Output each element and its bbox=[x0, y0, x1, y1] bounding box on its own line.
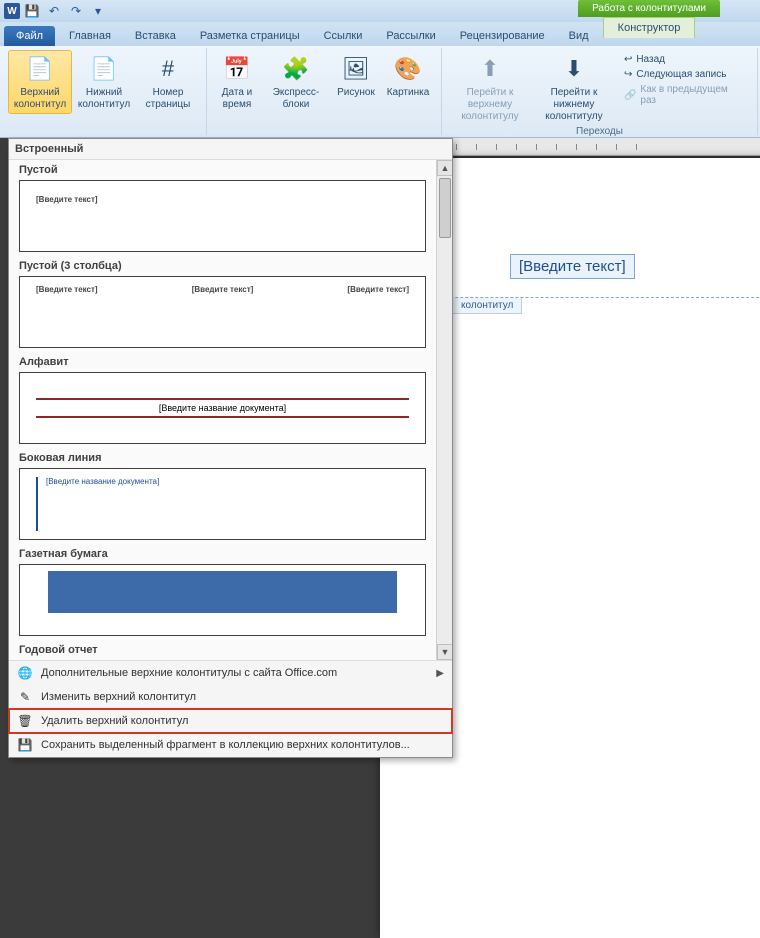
tab-references[interactable]: Ссылки bbox=[312, 26, 375, 46]
gallery-area: Пустой [Введите текст] Пустой (3 столбца… bbox=[9, 160, 452, 660]
header-button-label: Верхний колонтитул bbox=[11, 87, 69, 111]
save-icon[interactable]: 💾 bbox=[24, 3, 40, 19]
quick-parts-label: Экспресс-блоки bbox=[264, 87, 328, 111]
clipart-button[interactable]: 🎨 Картинка bbox=[381, 50, 435, 114]
context-group-label: Работа с колонтитулами bbox=[578, 0, 720, 17]
header-icon: 📄 bbox=[24, 53, 56, 85]
clipart-label: Картинка bbox=[387, 87, 430, 99]
tab-designer[interactable]: Конструктор bbox=[603, 17, 696, 38]
context-tab-group: Работа с колонтитулами Конструктор bbox=[578, 0, 720, 46]
edit-header-icon: ✎ bbox=[17, 689, 33, 705]
nav-as-prev[interactable]: 🔗Как в предыдущем раз bbox=[624, 84, 743, 106]
quick-access-toolbar: 💾 ↶ ↷ ▾ bbox=[24, 3, 106, 19]
tab-review[interactable]: Рецензирование bbox=[448, 26, 557, 46]
chevron-right-icon: ▶ bbox=[436, 668, 444, 679]
footer-button[interactable]: 📄 Нижний колонтитул bbox=[72, 50, 136, 114]
footer-icon: 📄 bbox=[88, 53, 120, 85]
scroll-down-icon[interactable]: ▼ bbox=[437, 644, 452, 660]
quick-parts-button[interactable]: 🧩 Экспресс-блоки bbox=[261, 50, 331, 114]
gallery-item-annual[interactable]: Годовой отчет [Введите название документ… bbox=[9, 640, 436, 660]
gallery-item-sideline[interactable]: Боковая линия [Введите название документ… bbox=[9, 448, 436, 544]
ribbon-group-navigation: ⬆ Перейти к верхнему колонтитулу ⬇ Перей… bbox=[442, 48, 758, 135]
preview-sideline: [Введите название документа] bbox=[19, 468, 426, 540]
gallery-item-alphabet[interactable]: Алфавит [Введите название документа] bbox=[9, 352, 436, 448]
gallery-scrollbar[interactable]: ▲ ▼ bbox=[436, 160, 452, 660]
header-button[interactable]: 📄 Верхний колонтитул bbox=[8, 50, 72, 114]
goto-footer-icon: ⬇ bbox=[558, 53, 590, 85]
header-placeholder[interactable]: [Введите текст] bbox=[510, 254, 635, 279]
link-prev-icon: 🔗 bbox=[624, 90, 636, 101]
gallery-item-blank-3col[interactable]: Пустой (3 столбца) [Введите текст] [Введ… bbox=[9, 256, 436, 352]
nav-next[interactable]: ↪Следующая запись bbox=[624, 69, 743, 80]
date-time-label: Дата и время bbox=[216, 87, 258, 111]
goto-header-button[interactable]: ⬆ Перейти к верхнему колонтитулу bbox=[448, 50, 532, 126]
qat-customize-icon[interactable]: ▾ bbox=[90, 3, 106, 19]
back-icon: ↩ bbox=[624, 54, 632, 65]
picture-label: Рисунок bbox=[337, 87, 375, 99]
goto-header-icon: ⬆ bbox=[474, 53, 506, 85]
menu-edit-header[interactable]: ✎ Изменить верхний колонтитул bbox=[9, 685, 452, 709]
quick-parts-icon: 🧩 bbox=[280, 53, 312, 85]
page-number-button[interactable]: # Номер страницы bbox=[136, 50, 200, 114]
ribbon-tabs: Файл Главная Вставка Разметка страницы С… bbox=[0, 22, 760, 46]
preview-newsprint bbox=[19, 564, 426, 636]
next-icon: ↪ bbox=[624, 69, 632, 80]
picture-icon: 🖼 bbox=[340, 53, 372, 85]
ribbon: 📄 Верхний колонтитул 📄 Нижний колонтитул… bbox=[0, 46, 760, 138]
gallery-item-blank[interactable]: Пустой [Введите текст] bbox=[9, 160, 436, 256]
goto-footer-label: Перейти к нижнему колонтитулу bbox=[535, 87, 613, 123]
word-app-icon: W bbox=[4, 3, 20, 19]
ribbon-group-header-footer: 📄 Верхний колонтитул 📄 Нижний колонтитул… bbox=[2, 48, 207, 135]
gallery-footer-menu: 🌐 Дополнительные верхние колонтитулы с с… bbox=[9, 660, 452, 757]
header-region-tab: колонтитул bbox=[452, 298, 522, 314]
goto-footer-button[interactable]: ⬇ Перейти к нижнему колонтитулу bbox=[532, 50, 616, 126]
scroll-up-icon[interactable]: ▲ bbox=[437, 160, 452, 176]
footer-button-label: Нижний колонтитул bbox=[75, 87, 133, 111]
save-selection-icon: 💾 bbox=[17, 737, 33, 753]
scroll-thumb[interactable] bbox=[439, 178, 451, 238]
tab-insert[interactable]: Вставка bbox=[123, 26, 188, 46]
goto-header-label: Перейти к верхнему колонтитулу bbox=[451, 87, 529, 123]
nav-back[interactable]: ↩Назад bbox=[624, 54, 743, 65]
menu-remove-header[interactable]: 🗑 Удалить верхний колонтитул bbox=[9, 709, 452, 733]
office-icon: 🌐 bbox=[17, 665, 33, 681]
ribbon-group-insert: 📅 Дата и время 🧩 Экспресс-блоки 🖼 Рисуно… bbox=[207, 48, 442, 135]
redo-icon[interactable]: ↷ bbox=[68, 3, 84, 19]
preview-blank: [Введите текст] bbox=[19, 180, 426, 252]
header-gallery-dropdown: Встроенный Пустой [Введите текст] Пустой… bbox=[8, 138, 453, 758]
tab-home[interactable]: Главная bbox=[57, 26, 123, 46]
remove-header-icon: 🗑 bbox=[17, 713, 33, 729]
nav-small-links: ↩Назад ↪Следующая запись 🔗Как в предыдущ… bbox=[616, 50, 751, 126]
tab-page-layout[interactable]: Разметка страницы bbox=[188, 26, 312, 46]
preview-alphabet: [Введите название документа] bbox=[19, 372, 426, 444]
page-number-icon: # bbox=[152, 53, 184, 85]
gallery-item-newsprint[interactable]: Газетная бумага bbox=[9, 544, 436, 640]
page-number-label: Номер страницы bbox=[139, 87, 197, 111]
menu-save-selection[interactable]: 💾 Сохранить выделенный фрагмент в коллек… bbox=[9, 733, 452, 757]
group-nav-label: Переходы bbox=[576, 126, 623, 137]
menu-more-office[interactable]: 🌐 Дополнительные верхние колонтитулы с с… bbox=[9, 661, 452, 685]
undo-icon[interactable]: ↶ bbox=[46, 3, 62, 19]
picture-button[interactable]: 🖼 Рисунок bbox=[331, 50, 381, 114]
gallery-section-header: Встроенный bbox=[9, 139, 452, 160]
calendar-icon: 📅 bbox=[221, 53, 253, 85]
tab-mailings[interactable]: Рассылки bbox=[374, 26, 447, 46]
tab-file[interactable]: Файл bbox=[4, 26, 55, 46]
date-time-button[interactable]: 📅 Дата и время bbox=[213, 50, 261, 114]
clipart-icon: 🎨 bbox=[392, 53, 424, 85]
preview-blank-3col: [Введите текст] [Введите текст] [Введите… bbox=[19, 276, 426, 348]
